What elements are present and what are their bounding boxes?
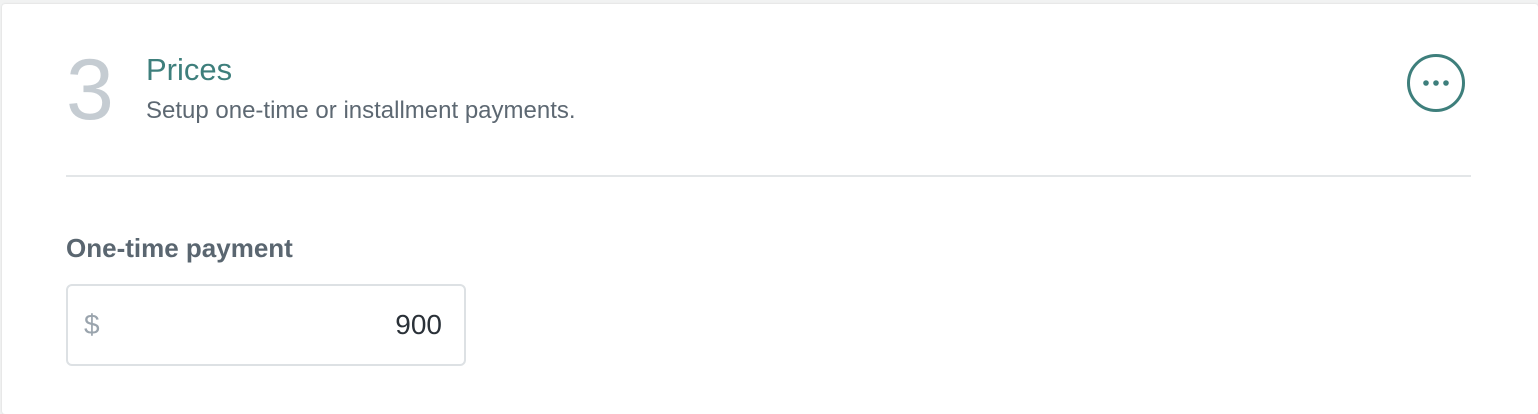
one-time-payment-input[interactable] xyxy=(118,286,442,364)
prices-section-card: 3 Prices Setup one-time or installment p… xyxy=(2,4,1538,414)
section-subtitle: Setup one-time or installment payments. xyxy=(146,97,576,124)
section-divider xyxy=(66,175,1471,177)
one-time-payment-label: One-time payment xyxy=(66,233,293,263)
step-number: 3 xyxy=(66,42,114,138)
one-time-payment-field[interactable]: $ xyxy=(66,284,466,366)
more-options-button[interactable] xyxy=(1407,54,1465,112)
currency-symbol: $ xyxy=(84,309,100,340)
more-horizontal-icon xyxy=(1421,79,1451,87)
section-title: Prices xyxy=(146,52,233,87)
